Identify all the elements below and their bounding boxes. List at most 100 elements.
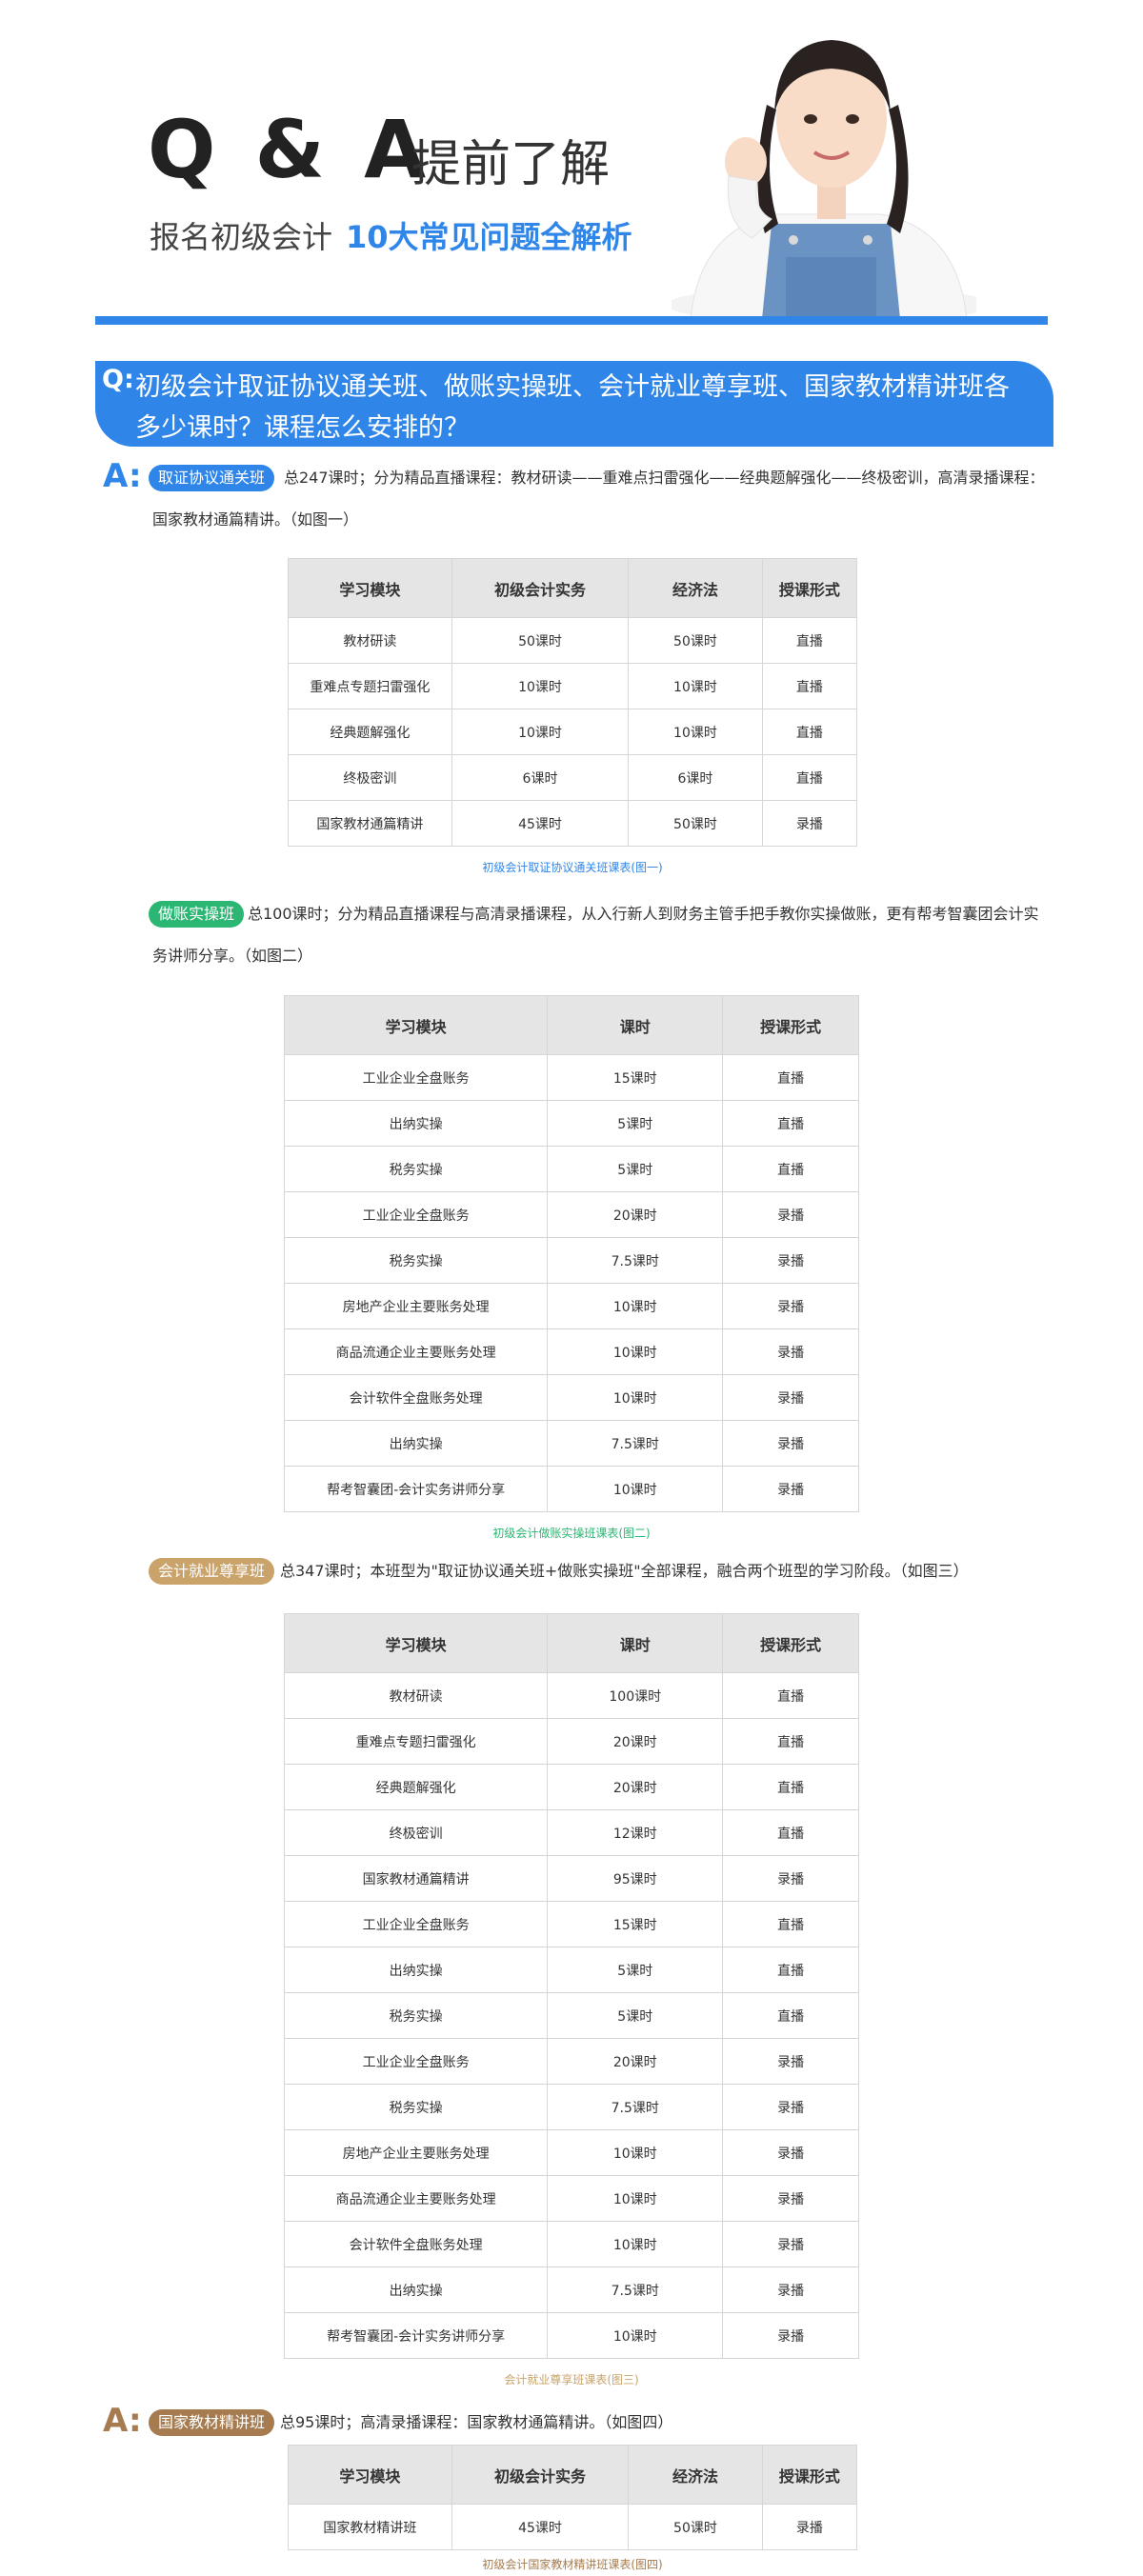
table-cell: 10课时 — [451, 663, 630, 709]
answer-desc-2: 总100课时；分为精品直播课程与高清录播课程，从入行新人到财务主管手把手教你实操… — [152, 905, 1039, 965]
table-cell: 10课时 — [451, 709, 630, 755]
table-row: 税务实操 5课时 直播 — [283, 1146, 859, 1192]
table-cell: 5课时 — [547, 1947, 724, 1993]
student-girl-illustration — [672, 40, 976, 319]
table-cell: 国家教材通篇精讲 — [288, 800, 452, 847]
table-cell: 直播 — [761, 709, 858, 755]
table-cell: 直播 — [722, 1809, 859, 1856]
table-row: 教材研读 50课时 50课时 直播 — [288, 617, 858, 664]
table-row: 出纳实操 5课时 直播 — [283, 1947, 859, 1993]
table-cell: 50课时 — [628, 2504, 763, 2550]
table-header-cell: 初级会计实务 — [451, 558, 630, 618]
table-cell: 房地产企业主要账务处理 — [283, 1283, 549, 1329]
table-cell: 6课时 — [628, 754, 763, 801]
table-row: 税务实操 5课时 直播 — [283, 1992, 859, 2039]
table-cell: 重难点专题扫雷强化 — [283, 1718, 549, 1765]
page-title: Q & A — [148, 103, 432, 196]
table-cell: 税务实操 — [283, 2084, 549, 2130]
table-cell: 5课时 — [547, 1100, 724, 1147]
schedule-table-1: 学习模块 初级会计实务 经济法 授课形式 教材研读 50课时 50课时 直播 重难点专… — [288, 558, 858, 847]
table-row: 经典题解强化 10课时 10课时 直播 — [288, 709, 858, 755]
table-cell: 12课时 — [547, 1809, 724, 1856]
table-cell: 10课时 — [547, 1466, 724, 1512]
table-cell: 7.5课时 — [547, 1237, 724, 1284]
table-header-cell: 初级会计实务 — [451, 2445, 630, 2505]
table-header-row: 学习模块 课时 授课形式 — [283, 1613, 859, 1673]
table-cell: 6课时 — [451, 754, 630, 801]
table-row: 国家教材通篇精讲 95课时 录播 — [283, 1855, 859, 1902]
table-cell: 出纳实操 — [283, 1420, 549, 1467]
header-tagline: 报名初级会计 10大常见问题全解析 — [150, 213, 632, 257]
table-header-cell: 经济法 — [628, 558, 763, 618]
table-cell: 税务实操 — [283, 1992, 549, 2039]
table-cell: 20课时 — [547, 1191, 724, 1238]
table-cell: 录播 — [722, 2038, 859, 2085]
table-cell: 10课时 — [547, 2175, 724, 2222]
answer-label: A: — [103, 457, 142, 495]
table-cell: 7.5课时 — [547, 2084, 724, 2130]
table-row: 国家教材通篇精讲 45课时 50课时 录播 — [288, 800, 858, 847]
table-row: 工业企业全盘账务 20课时 录播 — [283, 1191, 859, 1238]
table-row: 重难点专题扫雷强化 20课时 直播 — [283, 1718, 859, 1765]
table-cell: 直播 — [761, 754, 858, 801]
table-header-cell: 授课形式 — [761, 558, 858, 618]
table-cell: 直播 — [722, 1672, 859, 1719]
table-cell: 录播 — [722, 1191, 859, 1238]
table-cell: 直播 — [722, 1054, 859, 1101]
table-cell: 5课时 — [547, 1146, 724, 1192]
table-row: 房地产企业主要账务处理 10课时 录播 — [283, 2129, 859, 2176]
table-cell: 录播 — [722, 1466, 859, 1512]
table-cell: 直播 — [722, 1718, 859, 1765]
table-cell: 录播 — [722, 1237, 859, 1284]
table-cell: 工业企业全盘账务 — [283, 1054, 549, 1101]
table-cell: 95课时 — [547, 1855, 724, 1902]
question-banner: Q: 初级会计取证协议通关班、做账实操班、会计就业尊享班、国家教材精讲班各多少课… — [95, 361, 1053, 447]
table-row: 出纳实操 7.5课时 录播 — [283, 1420, 859, 1467]
table-row: 帮考智囊团-会计实务讲师分享 10课时 录播 — [283, 2312, 859, 2359]
table-row: 商品流通企业主要账务处理 10课时 录播 — [283, 2175, 859, 2222]
table-cell: 50课时 — [628, 617, 763, 664]
table-cell: 20课时 — [547, 2038, 724, 2085]
table-caption-4: 初级会计国家教材精讲班课表(图四) — [482, 2558, 663, 2571]
table-cell: 10课时 — [547, 2312, 724, 2359]
table-cell: 教材研读 — [283, 1672, 549, 1719]
answer-desc-3: 总347课时；本班型为"取证协议通关班+做账实操班"全部课程，融合两个班型的学习… — [280, 1562, 969, 1580]
table-cell: 直播 — [722, 1764, 859, 1810]
table-cell: 出纳实操 — [283, 1947, 549, 1993]
table-header-cell: 学习模块 — [283, 995, 549, 1055]
table-cell: 国家教材通篇精讲 — [283, 1855, 549, 1902]
table-row: 重难点专题扫雷强化 10课时 10课时 直播 — [288, 663, 858, 709]
table-cell: 录播 — [761, 800, 858, 847]
table-row: 税务实操 7.5课时 录播 — [283, 2084, 859, 2130]
table-cell: 终极密训 — [288, 754, 452, 801]
answer-label-4: A: — [103, 2402, 142, 2440]
table-header-cell: 授课形式 — [722, 1613, 859, 1673]
table-cell: 50课时 — [451, 617, 630, 664]
table-caption-1: 初级会计取证协议通关班课表(图一) — [482, 861, 663, 874]
table-header-row: 学习模块 初级会计实务 经济法 授课形式 — [288, 558, 858, 618]
table-header-cell: 课时 — [547, 995, 724, 1055]
table-cell: 录播 — [761, 2504, 858, 2550]
table-cell: 出纳实操 — [283, 1100, 549, 1147]
table-caption-3: 会计就业尊享班课表(图三) — [504, 2373, 639, 2386]
table-cell: 直播 — [722, 1100, 859, 1147]
table-cell: 20课时 — [547, 1718, 724, 1765]
table-row: 工业企业全盘账务 15课时 直播 — [283, 1054, 859, 1101]
table-header-cell: 经济法 — [628, 2445, 763, 2505]
table-cell: 帮考智囊团-会计实务讲师分享 — [283, 1466, 549, 1512]
table-header-cell: 学习模块 — [288, 2445, 452, 2505]
table-row: 教材研读 100课时 直播 — [283, 1672, 859, 1719]
table-cell: 录播 — [722, 1855, 859, 1902]
table-cell: 7.5课时 — [547, 1420, 724, 1467]
table-cell: 工业企业全盘账务 — [283, 1191, 549, 1238]
table-cell: 15课时 — [547, 1901, 724, 1947]
table-cell: 10课时 — [547, 1328, 724, 1375]
table-cell: 房地产企业主要账务处理 — [283, 2129, 549, 2176]
table-cell: 经典题解强化 — [288, 709, 452, 755]
table-cell: 会计软件全盘账务处理 — [283, 2221, 549, 2267]
table-cell: 45课时 — [451, 800, 630, 847]
table-header-cell: 课时 — [547, 1613, 724, 1673]
table-row: 工业企业全盘账务 20课时 录播 — [283, 2038, 859, 2085]
table-row: 终极密训 6课时 6课时 直播 — [288, 754, 858, 801]
table-cell: 商品流通企业主要账务处理 — [283, 2175, 549, 2222]
